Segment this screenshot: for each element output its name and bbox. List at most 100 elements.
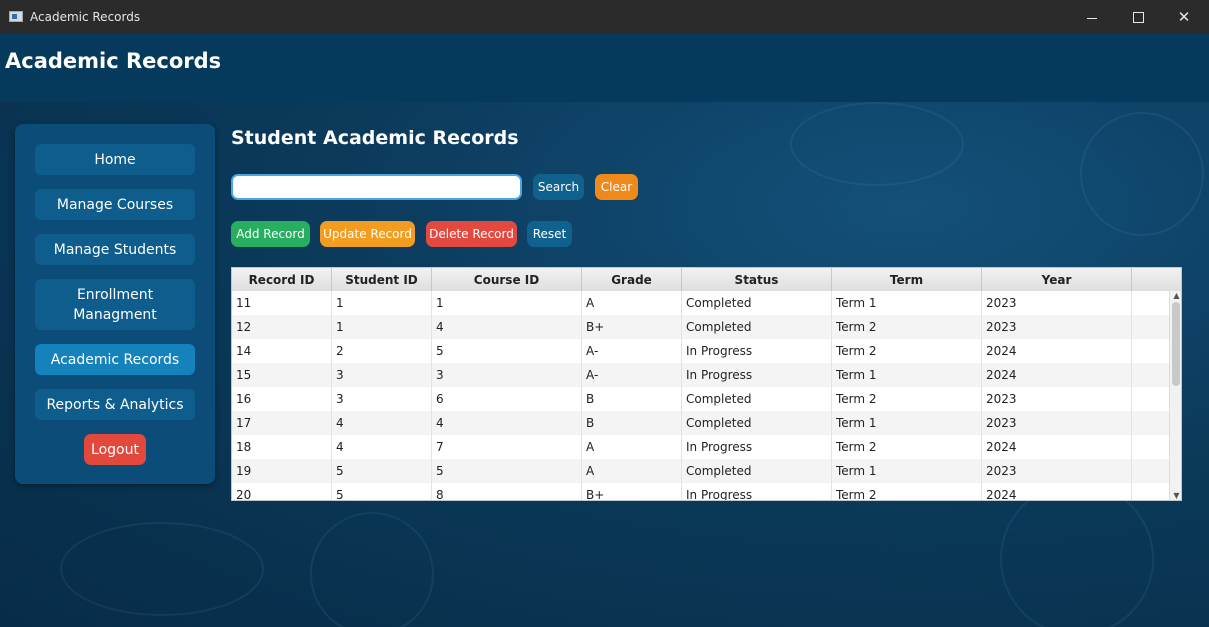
table-row[interactable]: 16 3 6 B Completed Term 2 2023 xyxy=(232,387,1170,411)
table-cell-status: Completed xyxy=(682,411,832,435)
records-table[interactable]: Record ID Student ID Course ID Grade Sta… xyxy=(231,267,1182,501)
table-cell-status: In Progress xyxy=(682,435,832,459)
table-row[interactable]: 11 1 1 A Completed Term 1 2023 xyxy=(232,291,1170,315)
scroll-up-icon[interactable]: ▲ xyxy=(1170,291,1181,301)
table-cell-student-id: 2 xyxy=(332,339,432,363)
table-cell-year: 2023 xyxy=(982,315,1132,339)
table-cell-student-id: 1 xyxy=(332,291,432,315)
table-cell-term: Term 2 xyxy=(832,483,982,500)
table-header: Record ID Student ID Course ID Grade Sta… xyxy=(232,268,1181,292)
table-row[interactable]: 14 2 5 A- In Progress Term 2 2024 xyxy=(232,339,1170,363)
table-cell-term: Term 2 xyxy=(832,387,982,411)
table-row[interactable]: 20 5 8 B+ In Progress Term 2 2024 xyxy=(232,483,1170,500)
table-cell-status: Completed xyxy=(682,315,832,339)
table-cell-student-id: 3 xyxy=(332,363,432,387)
table-row[interactable]: 18 4 7 A In Progress Term 2 2024 xyxy=(232,435,1170,459)
sidebar-item-enrollment-management[interactable]: Enrollment Managment xyxy=(35,279,195,330)
table-row[interactable]: 17 4 4 B Completed Term 1 2023 xyxy=(232,411,1170,435)
table-cell-record-id: 12 xyxy=(232,315,332,339)
clear-button[interactable]: Clear xyxy=(595,174,638,200)
table-cell-course-id: 5 xyxy=(432,339,582,363)
table-cell-course-id: 8 xyxy=(432,483,582,500)
table-cell-record-id: 20 xyxy=(232,483,332,500)
table-cell-course-id: 3 xyxy=(432,363,582,387)
app-header: Academic Records xyxy=(0,34,1209,103)
table-cell-filler xyxy=(1132,339,1170,363)
sidebar-item-reports-analytics[interactable]: Reports & Analytics xyxy=(35,389,195,420)
table-cell-grade: B+ xyxy=(582,483,682,500)
table-cell-grade: A xyxy=(582,291,682,315)
table-cell-term: Term 2 xyxy=(832,435,982,459)
table-cell-grade: A xyxy=(582,459,682,483)
table-cell-filler xyxy=(1132,483,1170,500)
table-cell-record-id: 19 xyxy=(232,459,332,483)
delete-record-button[interactable]: Delete Record xyxy=(426,221,517,247)
table-cell-year: 2024 xyxy=(982,435,1132,459)
logout-button[interactable]: Logout xyxy=(84,434,146,465)
table-cell-term: Term 1 xyxy=(832,291,982,315)
table-cell-status: In Progress xyxy=(682,339,832,363)
table-cell-year: 2024 xyxy=(982,483,1132,500)
search-button[interactable]: Search xyxy=(533,174,584,200)
sidebar-item-manage-students[interactable]: Manage Students xyxy=(35,234,195,265)
table-cell-grade: A xyxy=(582,435,682,459)
sidebar: Home Manage Courses Manage Students Enro… xyxy=(15,124,215,484)
column-header-status[interactable]: Status xyxy=(682,268,832,291)
window-title-bar: Academic Records ✕ xyxy=(0,0,1209,34)
table-cell-filler xyxy=(1132,435,1170,459)
table-cell-course-id: 5 xyxy=(432,459,582,483)
sidebar-item-academic-records[interactable]: Academic Records xyxy=(35,344,195,375)
minimize-button[interactable] xyxy=(1069,0,1115,34)
table-vertical-scrollbar[interactable]: ▲ ▼ xyxy=(1169,291,1181,500)
table-cell-record-id: 11 xyxy=(232,291,332,315)
maximize-button[interactable] xyxy=(1115,0,1161,34)
table-cell-grade: A- xyxy=(582,339,682,363)
column-header-filler xyxy=(1132,268,1181,291)
sidebar-item-home[interactable]: Home xyxy=(35,144,195,175)
table-cell-year: 2024 xyxy=(982,363,1132,387)
table-cell-student-id: 4 xyxy=(332,411,432,435)
scroll-down-icon[interactable]: ▼ xyxy=(1170,491,1181,500)
decorative-circle xyxy=(1000,482,1154,627)
table-row[interactable]: 12 1 4 B+ Completed Term 2 2023 xyxy=(232,315,1170,339)
table-cell-term: Term 1 xyxy=(832,411,982,435)
table-cell-course-id: 4 xyxy=(432,411,582,435)
table-cell-filler xyxy=(1132,291,1170,315)
table-cell-student-id: 1 xyxy=(332,315,432,339)
table-cell-course-id: 6 xyxy=(432,387,582,411)
table-cell-record-id: 17 xyxy=(232,411,332,435)
table-cell-filler xyxy=(1132,411,1170,435)
close-window-button[interactable]: ✕ xyxy=(1161,0,1207,34)
sidebar-item-manage-courses[interactable]: Manage Courses xyxy=(35,189,195,220)
scrollbar-thumb[interactable] xyxy=(1172,302,1180,386)
column-header-year[interactable]: Year xyxy=(982,268,1132,291)
table-cell-student-id: 4 xyxy=(332,435,432,459)
table-cell-filler xyxy=(1132,387,1170,411)
table-cell-grade: B+ xyxy=(582,315,682,339)
table-cell-status: Completed xyxy=(682,459,832,483)
table-cell-grade: B xyxy=(582,411,682,435)
table-cell-year: 2024 xyxy=(982,339,1132,363)
column-header-grade[interactable]: Grade xyxy=(582,268,682,291)
column-header-course-id[interactable]: Course ID xyxy=(432,268,582,291)
add-record-button[interactable]: Add Record xyxy=(231,221,310,247)
table-cell-course-id: 7 xyxy=(432,435,582,459)
window-title: Academic Records xyxy=(30,10,141,24)
table-cell-year: 2023 xyxy=(982,291,1132,315)
decorative-circle xyxy=(60,522,264,616)
table-row[interactable]: 15 3 3 A- In Progress Term 1 2024 xyxy=(232,363,1170,387)
search-input[interactable] xyxy=(231,174,522,200)
page-title: Student Academic Records xyxy=(231,127,519,149)
decorative-circle xyxy=(790,102,964,186)
table-cell-year: 2023 xyxy=(982,387,1132,411)
update-record-button[interactable]: Update Record xyxy=(320,221,415,247)
column-header-term[interactable]: Term xyxy=(832,268,982,291)
reset-button[interactable]: Reset xyxy=(527,221,572,247)
maximize-icon xyxy=(1132,11,1144,23)
close-icon: ✕ xyxy=(1177,8,1191,26)
column-header-student-id[interactable]: Student ID xyxy=(332,268,432,291)
table-cell-record-id: 18 xyxy=(232,435,332,459)
column-header-record-id[interactable]: Record ID xyxy=(232,268,332,291)
table-cell-course-id: 4 xyxy=(432,315,582,339)
table-row[interactable]: 19 5 5 A Completed Term 1 2023 xyxy=(232,459,1170,483)
